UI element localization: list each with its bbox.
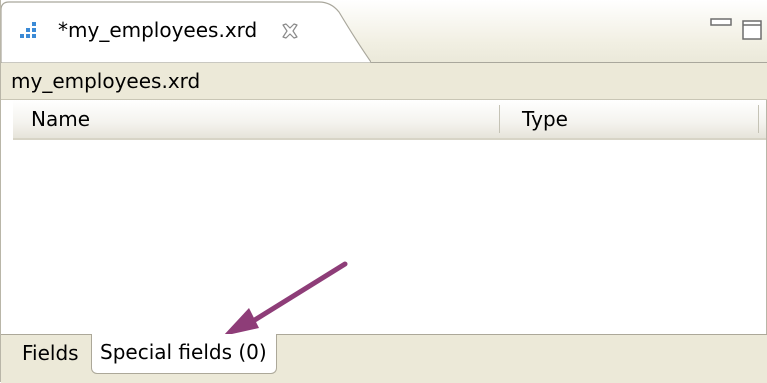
minimize-icon[interactable] — [709, 16, 735, 30]
editor-tab-bar: *my_employees.xrd — [1, 0, 767, 63]
tab-fields[interactable]: Fields — [14, 335, 92, 371]
xrd-file-icon — [18, 20, 42, 40]
fields-table-body[interactable] — [13, 140, 766, 332]
editor-tab-title: *my_employees.xrd — [58, 18, 258, 42]
editor-window: *my_employees.xrd my_employees.xrd Name … — [0, 0, 767, 383]
column-divider[interactable] — [758, 105, 759, 133]
resource-path-bar: my_employees.xrd — [1, 63, 767, 100]
editor-tab[interactable]: *my_employees.xrd — [1, 0, 371, 63]
table-header: Name Type — [13, 100, 766, 140]
bottom-tab-strip: Fields Special fields (0) — [1, 334, 767, 383]
column-header-name[interactable]: Name — [31, 105, 90, 133]
tab-special-fields[interactable]: Special fields (0) — [91, 334, 277, 374]
column-header-type[interactable]: Type — [522, 105, 568, 133]
column-divider[interactable] — [499, 105, 500, 133]
resource-path: my_employees.xrd — [11, 69, 201, 93]
maximize-icon[interactable] — [741, 19, 765, 41]
close-icon[interactable] — [281, 22, 299, 40]
